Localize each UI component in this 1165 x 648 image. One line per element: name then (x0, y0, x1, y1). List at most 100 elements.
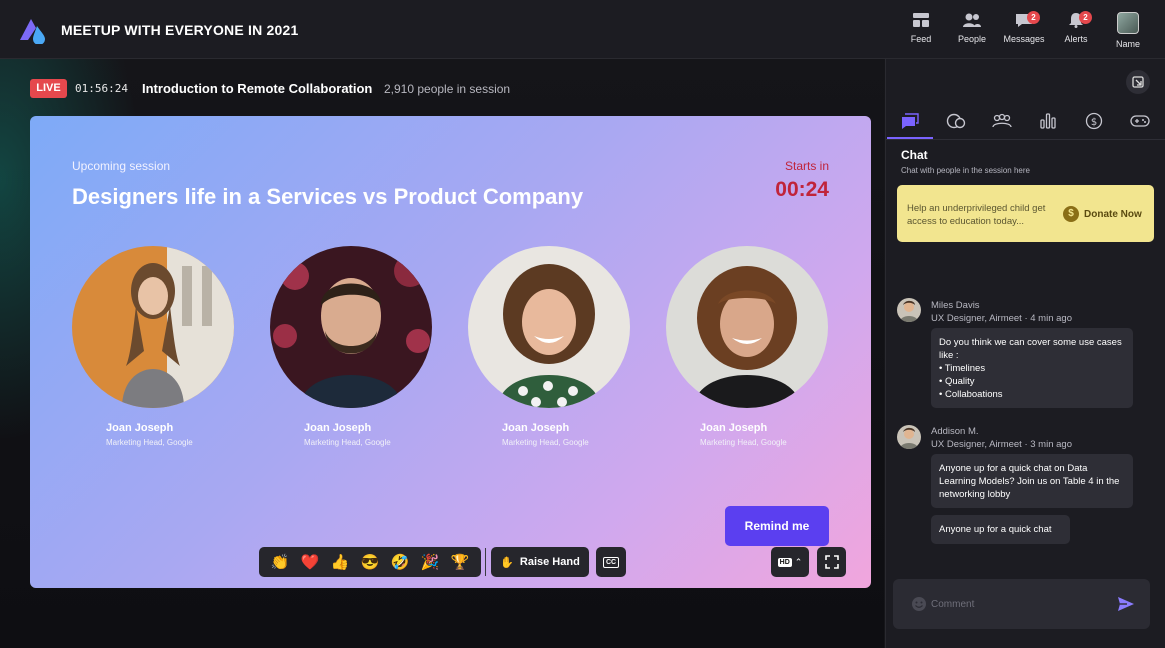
tab-games[interactable] (1117, 105, 1163, 137)
panel-tabs: $ (886, 105, 1165, 140)
session-title: Introduction to Remote Collaboration (142, 81, 373, 96)
message-bubble: Anyone up for a quick chat on Data Learn… (931, 454, 1133, 508)
tab-qa[interactable] (933, 105, 979, 137)
feed-icon (913, 13, 929, 27)
people-count: 2,910 people in session (384, 82, 511, 96)
upcoming-session-title: Designers life in a Services vs Product … (72, 184, 584, 209)
side-panel: $ Chat Chat with people in the session h… (885, 59, 1165, 648)
donate-now-button[interactable]: $ Donate Now (1063, 206, 1142, 222)
nav-alerts[interactable]: 2 Alerts (1048, 11, 1104, 44)
popout-icon (1132, 76, 1144, 88)
reaction-trophy[interactable]: 🏆 (451, 553, 470, 571)
captions-button[interactable]: CC (596, 547, 626, 577)
dollar-icon: $ (1085, 112, 1103, 130)
cc-icon: CC (602, 556, 620, 568)
message-author: Miles Davis (931, 300, 980, 311)
people-icon (992, 113, 1012, 128)
nav-label: Messages (1003, 34, 1045, 44)
comment-composer (893, 579, 1150, 629)
live-badge: LIVE (30, 79, 67, 98)
popout-button[interactable] (1126, 70, 1150, 94)
countdown: 00:24 (775, 178, 829, 201)
chat-icon (902, 113, 919, 129)
avatar (1117, 12, 1139, 34)
avatar[interactable] (897, 425, 921, 449)
nav-label: Feed (910, 34, 932, 44)
reaction-heart[interactable]: ❤️ (301, 553, 320, 571)
send-icon[interactable] (1117, 595, 1135, 613)
avatar[interactable] (897, 298, 921, 322)
message-author: Addison M. (931, 426, 979, 437)
reaction-party[interactable]: 🎉 (421, 553, 440, 571)
messages-badge: 2 (1027, 11, 1040, 24)
fullscreen-icon (824, 555, 839, 569)
hd-icon: HD (777, 557, 792, 567)
gamepad-icon (1130, 115, 1150, 127)
speaker-photo (468, 246, 630, 408)
speaker-photo (72, 246, 234, 408)
upcoming-session-card: Upcoming session Designers life in a Ser… (30, 116, 871, 588)
tab-polls[interactable] (1025, 105, 1071, 137)
starts-in-label: Starts in (784, 159, 829, 173)
nav-profile[interactable]: Name (1100, 12, 1156, 49)
nav-messages[interactable]: 2 Messages (996, 11, 1052, 44)
speaker-photo (270, 246, 432, 408)
reaction-thumbs-up[interactable]: 👍 (331, 553, 350, 571)
chat-title: Chat (901, 148, 928, 162)
speaker-name: Joan Joseph (106, 422, 174, 434)
quality-button[interactable]: HD ⌃ (771, 547, 809, 577)
dollar-icon: $ (1063, 206, 1079, 222)
chat-subtitle: Chat with people in the session here (901, 166, 1030, 175)
tab-donate[interactable]: $ (1071, 105, 1117, 137)
nav-label: Alerts (1064, 34, 1088, 44)
top-bar: MEETUP WITH EVERYONE IN 2021 Feed People… (0, 0, 1165, 59)
session-timer: 01:56:24 (75, 82, 128, 95)
speaker-card[interactable]: Joan Joseph Marketing Head, Google (270, 246, 432, 447)
speaker-role: Marketing Head, Google (700, 438, 787, 447)
speaker-role: Marketing Head, Google (106, 438, 193, 447)
donate-banner: Help an underprivileged child get access… (897, 185, 1154, 242)
message-meta: UX Designer, Airmeet · 4 min ago (931, 313, 1072, 324)
speaker-name: Joan Joseph (304, 422, 372, 434)
raise-hand-label: Raise Hand (519, 556, 580, 568)
controls-divider (485, 548, 486, 576)
svg-text:$: $ (1091, 117, 1097, 128)
message-meta: UX Designer, Airmeet · 3 min ago (931, 439, 1072, 450)
reaction-laugh[interactable]: 🤣 (391, 553, 410, 571)
stage-area: LIVE 01:56:24 Introduction to Remote Col… (0, 59, 884, 648)
people-icon (963, 13, 981, 27)
upcoming-label: Upcoming session (72, 159, 171, 173)
speaker-card[interactable]: Joan Joseph Marketing Head, Google (72, 246, 234, 447)
message-bubble: Anyone up for a quick chat (931, 515, 1070, 544)
message-bubble: Do you think we can cover some use cases… (931, 328, 1133, 408)
tab-chat[interactable] (887, 105, 933, 139)
speaker-card[interactable]: Joan Joseph Marketing Head, Google (666, 246, 828, 447)
speaker-photo (666, 246, 828, 408)
fullscreen-button[interactable] (817, 547, 846, 577)
comment-input[interactable] (929, 593, 1113, 615)
emoji-icon[interactable] (911, 596, 927, 612)
donate-text: Help an underprivileged child get access… (907, 203, 1046, 227)
speaker-role: Marketing Head, Google (502, 438, 589, 447)
nav-label: People (957, 34, 987, 44)
speaker-role: Marketing Head, Google (304, 438, 391, 447)
polls-icon (1040, 113, 1056, 129)
app-title: MEETUP WITH EVERYONE IN 2021 (61, 22, 299, 38)
speaker-name: Joan Joseph (502, 422, 570, 434)
donate-now-label: Donate Now (1084, 208, 1142, 220)
hand-icon: ✋ (500, 556, 514, 569)
nav-feed[interactable]: Feed (893, 12, 949, 44)
reaction-cool[interactable]: 😎 (361, 553, 380, 571)
tab-people[interactable] (979, 105, 1025, 137)
chevron-up-icon: ⌃ (794, 556, 803, 567)
remind-me-button[interactable]: Remind me (725, 506, 829, 546)
app-logo-icon[interactable] (18, 16, 48, 44)
nav-label: Name (1115, 39, 1140, 49)
nav-people[interactable]: People (944, 12, 1000, 44)
raise-hand-button[interactable]: ✋ Raise Hand (491, 547, 589, 577)
speaker-name: Joan Joseph (700, 422, 768, 434)
alerts-badge: 2 (1079, 11, 1092, 24)
speaker-card[interactable]: Joan Joseph Marketing Head, Google (468, 246, 630, 447)
reaction-clap[interactable]: 👏 (271, 553, 290, 571)
reactions-bar: 👏 ❤️ 👍 😎 🤣 🎉 🏆 (259, 547, 481, 577)
